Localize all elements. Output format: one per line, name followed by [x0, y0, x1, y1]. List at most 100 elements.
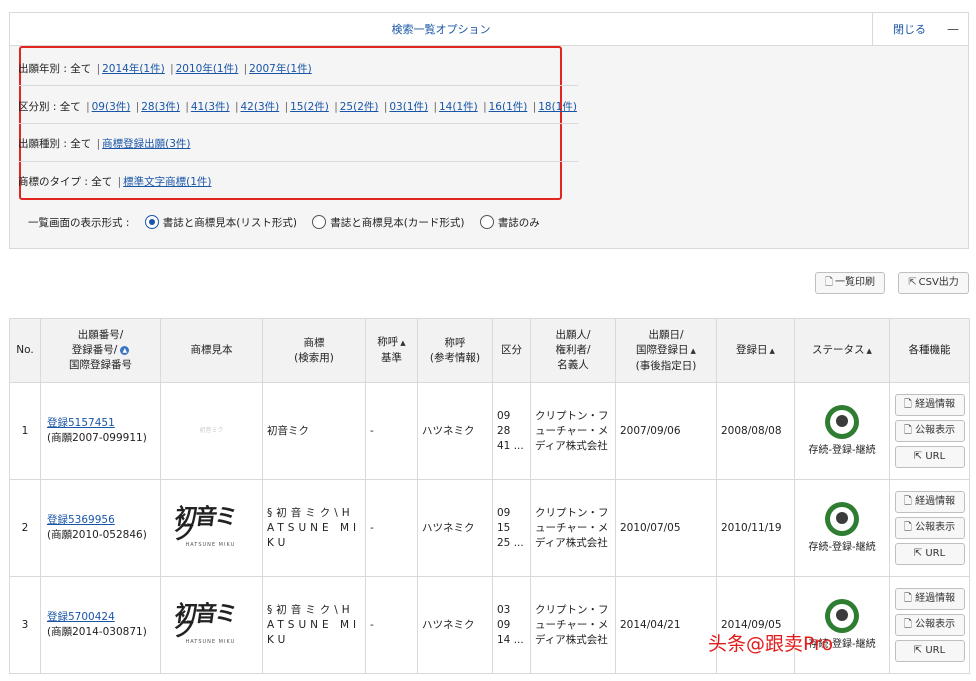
filter-class-41[interactable]: 41(3件) — [191, 101, 230, 113]
status-seal-icon — [825, 404, 859, 439]
radio-card-format[interactable] — [312, 215, 327, 229]
filter-class-15[interactable]: 15(2件) — [290, 101, 329, 113]
trademark-image[interactable]: 初音ミク — [172, 421, 252, 441]
url-button[interactable]: ⇱ URL — [894, 543, 965, 565]
close-options-label: 閉じる — [893, 23, 926, 36]
radio-bib-only[interactable] — [479, 215, 494, 229]
row-yomi-ref: ハツネミク — [417, 576, 493, 674]
sort-up-icon[interactable]: ▲ — [691, 347, 696, 355]
col-appdate-line3: (事後指定日) — [635, 359, 697, 372]
radio-list-format[interactable] — [144, 215, 159, 229]
col-number[interactable]: 出願番号/ 登録番号/▲ 国際登録番号 — [40, 318, 161, 383]
table-header-row: No. 出願番号/ 登録番号/▲ 国際登録番号 商標見本 商標 (検索用) 称呼… — [9, 318, 970, 383]
row-yomi-ref: ハツネミク — [417, 382, 493, 480]
close-options-button[interactable]: 閉じる — — [872, 13, 968, 46]
logo-text: 初音ミク — [170, 602, 237, 642]
class-value: 14 ... — [497, 633, 524, 646]
col-mark-line2: (検索用) — [294, 351, 334, 364]
col-owner-line1: 出願人/ — [555, 329, 591, 341]
radio-card-format-label[interactable]: 書誌と商標見本(カード形式) — [330, 217, 464, 229]
sort-up-icon[interactable]: ▲ — [867, 347, 872, 355]
col-regdate[interactable]: 登録日 ▲ — [716, 318, 795, 383]
row-image: 初音ミク HATSUNE MIKU — [160, 576, 263, 674]
col-functions: 各種機能 — [889, 318, 970, 383]
filter-year-2007[interactable]: 2007年(1件) — [249, 63, 312, 75]
document-icon: 🗋 — [903, 619, 916, 630]
filter-year-row: 出願年別 : 全て | 2014年(1件) | 2010年(1件) | 2007年(1… — [18, 63, 312, 75]
registration-link[interactable]: 登録5369956 — [47, 514, 115, 526]
table-row: 2 登録5369956 (商願2010-052846) 初音ミク HATSUNE… — [9, 479, 970, 577]
progress-info-button[interactable]: 🗋 経過情報 — [894, 491, 965, 513]
row-mark: §初音ミク\HATSUNE MIKU — [262, 479, 366, 577]
external-link-icon: ⇱ — [913, 548, 926, 559]
filter-class-25[interactable]: 25(2件) — [340, 101, 379, 113]
col-status[interactable]: ステータス ▲ — [794, 318, 890, 383]
export-icon: ⇱ — [908, 277, 917, 288]
col-yomiref-line1: 称呼 — [444, 336, 466, 349]
filter-class-14[interactable]: 14(1件) — [439, 101, 478, 113]
row-class: 09 28 41 ... — [492, 382, 531, 480]
logo-subtext: HATSUNE MIKU — [185, 542, 236, 548]
gazette-button[interactable]: 🗋 公報表示 — [894, 517, 965, 539]
filter-class-42[interactable]: 42(3件) — [240, 101, 279, 113]
class-value: 09 — [497, 618, 511, 631]
radio-bib-only-label[interactable]: 書誌のみ — [498, 217, 540, 229]
filter-class-16[interactable]: 16(1件) — [489, 101, 528, 113]
filter-class-18[interactable]: 18(1件) — [538, 101, 577, 113]
filter-divider — [18, 161, 578, 162]
col-yomiref-line2: (参考情報) — [429, 351, 481, 364]
col-yomi[interactable]: 称呼 ▲ 基準 — [365, 318, 418, 383]
progress-info-button[interactable]: 🗋 経過情報 — [894, 394, 965, 416]
registration-link[interactable]: 登録5700424 — [47, 611, 115, 623]
sort-up-icon[interactable]: ▲ — [400, 339, 405, 347]
row-mark: §初音ミク\HATSUNE MIKU — [262, 576, 366, 674]
gazette-button[interactable]: 🗋 公報表示 — [894, 614, 965, 636]
filter-type-row: 出願種別 : 全て | 商標登録出願(3件) — [18, 138, 191, 150]
row-appdate: 2007/09/06 — [615, 382, 717, 480]
gazette-button[interactable]: 🗋 公報表示 — [894, 420, 965, 442]
filter-divider — [18, 85, 578, 86]
print-list-button[interactable]: 🗋 一覧印刷 — [815, 272, 885, 294]
sort-up-icon[interactable]: ▲ — [770, 347, 775, 355]
col-image: 商標見本 — [160, 318, 263, 383]
filter-year-label: 出願年別 : 全て — [18, 63, 92, 75]
row-appdate: 2010/07/05 — [615, 479, 717, 577]
external-link-icon: ⇱ — [913, 645, 926, 656]
filter-divider — [18, 123, 578, 124]
url-label: URL — [925, 451, 946, 462]
filter-year-2014[interactable]: 2014年(1件) — [102, 63, 165, 75]
progress-info-button[interactable]: 🗋 経過情報 — [894, 588, 965, 610]
col-appdate-line2: 国際登録日 — [636, 343, 689, 356]
progress-info-label: 経過情報 — [915, 496, 956, 507]
registration-link[interactable]: 登録5157451 — [47, 417, 115, 429]
col-appdate[interactable]: 出願日/ 国際登録日 ▲ (事後指定日) — [615, 318, 717, 383]
row-functions: 🗋 経過情報 🗋 公報表示 ⇱ URL — [889, 479, 970, 577]
filter-class-28[interactable]: 28(3件) — [141, 101, 180, 113]
filter-marktype-standard[interactable]: 標準文字商標(1件) — [123, 176, 211, 188]
class-value: 09 — [497, 506, 511, 519]
options-header: 検索一覧オプション 閉じる — — [10, 13, 968, 46]
class-value: 09 — [497, 409, 511, 422]
row-owner: クリプトン・フューチャー・メディア株式会社 — [530, 479, 616, 577]
radio-list-format-label[interactable]: 書誌と商標見本(リスト形式) — [163, 217, 297, 229]
filter-type-application[interactable]: 商標登録出願(3件) — [102, 138, 190, 150]
status-seal-icon — [825, 598, 859, 633]
filter-year-2010[interactable]: 2010年(1件) — [176, 63, 239, 75]
row-functions: 🗋 経過情報 🗋 公報表示 ⇱ URL — [889, 382, 970, 480]
col-no: No. — [9, 318, 41, 383]
row-owner: クリプトン・フューチャー・メディア株式会社 — [530, 576, 616, 674]
trademark-image[interactable]: 初音ミク HATSUNE MIKU — [170, 585, 252, 665]
filter-class-03[interactable]: 03(1件) — [389, 101, 428, 113]
watermark-text: 头条@跟卖Pro — [708, 633, 834, 655]
filter-class-09[interactable]: 09(3件) — [92, 101, 131, 113]
progress-info-label: 経過情報 — [915, 399, 956, 410]
url-button[interactable]: ⇱ URL — [894, 640, 965, 662]
trademark-image[interactable]: 初音ミク HATSUNE MIKU — [171, 488, 252, 568]
url-button[interactable]: ⇱ URL — [894, 446, 965, 468]
sort-up-icon[interactable]: ▲ — [120, 346, 130, 355]
document-icon: 🗋 — [903, 425, 916, 436]
csv-export-button[interactable]: ⇱ CSV出力 — [898, 272, 969, 294]
row-image: 初音ミク — [160, 382, 263, 480]
print-list-label: 一覧印刷 — [835, 277, 876, 288]
url-label: URL — [925, 548, 946, 559]
